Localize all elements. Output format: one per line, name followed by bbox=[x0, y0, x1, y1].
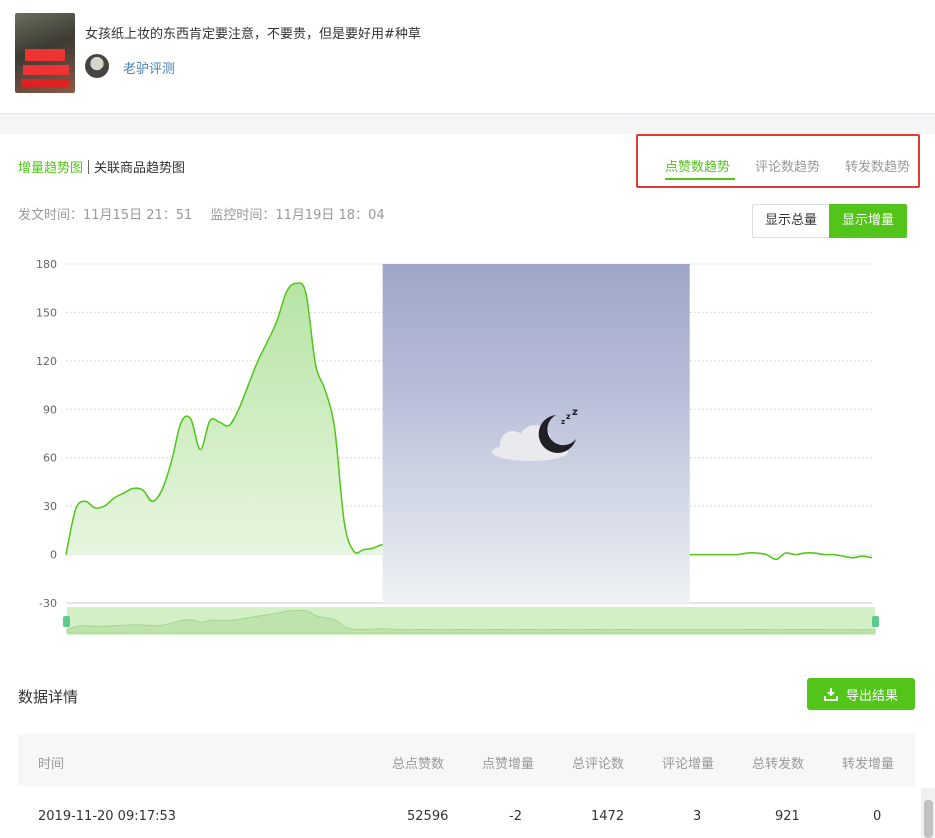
y-tick-label: 180 bbox=[36, 258, 57, 271]
post-title[interactable]: 女孩纸上妆的东西肯定要注意，不要贵，但是要好用#种草 bbox=[85, 23, 421, 42]
show-total-button[interactable]: 显示总量 bbox=[752, 204, 830, 238]
svg-text:z: z bbox=[566, 412, 571, 421]
trend-tabs: 增量趋势图 关联商品趋势图 bbox=[18, 157, 185, 176]
post-thumbnail[interactable] bbox=[15, 13, 75, 93]
y-tick-label: 90 bbox=[43, 403, 57, 416]
svg-text:z: z bbox=[561, 418, 565, 426]
svg-text:z: z bbox=[572, 407, 578, 418]
cell-total-shares: 921 bbox=[775, 809, 800, 824]
publish-time: 发文时间：11月15日 21：51 bbox=[18, 208, 193, 223]
monitor-time: 监控时间：11月19日 18：04 bbox=[210, 208, 385, 223]
col-header-total-shares[interactable]: 总转发数 bbox=[752, 753, 804, 772]
y-tick-label: 30 bbox=[43, 500, 57, 513]
show-increment-button[interactable]: 显示增量 bbox=[829, 204, 908, 238]
cell-like-increment: -2 bbox=[509, 809, 522, 824]
y-tick-label: 0 bbox=[50, 549, 57, 562]
tab-likes-trend[interactable]: 点赞数趋势 bbox=[665, 156, 730, 175]
time-info: 发文时间：11月15日 21：51 监控时间：11月19日 18：04 bbox=[18, 204, 385, 223]
tab-comments-trend[interactable]: 评论数趋势 bbox=[755, 156, 820, 175]
tab-shares-trend[interactable]: 转发数趋势 bbox=[845, 156, 910, 175]
zoom-handle-left[interactable] bbox=[63, 616, 70, 627]
section-divider bbox=[0, 114, 935, 134]
cell-total-likes: 52596 bbox=[407, 809, 449, 824]
table-scrollbar-thumb[interactable] bbox=[924, 800, 933, 838]
zoom-slider[interactable] bbox=[63, 607, 879, 635]
tab-increment-trend[interactable]: 增量趋势图 bbox=[18, 161, 83, 176]
details-title: 数据详情 bbox=[18, 688, 79, 706]
y-tick-label: -30 bbox=[39, 597, 57, 610]
author-name-link[interactable]: 老驴评测 bbox=[123, 58, 175, 77]
cell-time: 2019-11-20 09:17:53 bbox=[38, 809, 177, 824]
export-label: 导出结果 bbox=[845, 688, 898, 704]
col-header-total-likes[interactable]: 总点赞数 bbox=[392, 753, 444, 772]
y-tick-label: 150 bbox=[36, 306, 57, 319]
display-mode-toggle: 显示总量 显示增量 bbox=[752, 204, 908, 238]
tab-separator bbox=[88, 160, 90, 174]
col-header-comment-increment[interactable]: 评论增量 bbox=[662, 753, 714, 772]
cell-comment-increment: 3 bbox=[693, 809, 702, 824]
export-button[interactable]: 导出结果 bbox=[807, 678, 915, 710]
cell-share-increment: 0 bbox=[873, 809, 882, 824]
author-avatar[interactable] bbox=[85, 54, 109, 78]
cell-total-comments: 1472 bbox=[591, 809, 625, 824]
likes-trend-chart: -30 0 30 60 90 120 150 180 z z z bbox=[36, 258, 879, 635]
zoom-handle-right[interactable] bbox=[872, 616, 879, 627]
col-header-share-increment[interactable]: 转发增量 bbox=[842, 753, 894, 772]
col-header-like-increment[interactable]: 点赞增量 bbox=[482, 753, 534, 772]
tab-related-products-trend[interactable]: 关联商品趋势图 bbox=[94, 161, 185, 176]
post-header: 女孩纸上妆的东西肯定要注意，不要贵，但是要好用#种草 老驴评测 bbox=[0, 0, 935, 114]
y-tick-label: 120 bbox=[36, 355, 57, 368]
y-tick-label: 60 bbox=[43, 452, 57, 465]
active-tab-underline bbox=[665, 178, 735, 180]
download-icon bbox=[824, 688, 838, 701]
col-header-time[interactable]: 时间 bbox=[38, 753, 64, 772]
col-header-total-comments[interactable]: 总评论数 bbox=[572, 753, 624, 772]
